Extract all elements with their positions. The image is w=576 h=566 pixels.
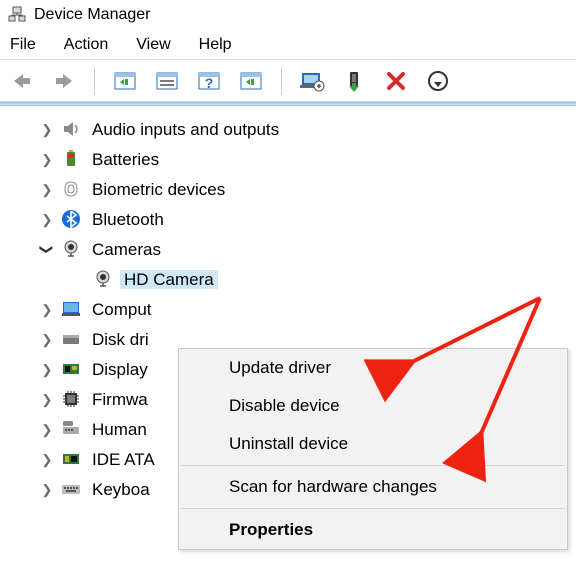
menu-file[interactable]: File (10, 36, 36, 54)
context-separator (181, 465, 565, 466)
context-uninstall-device[interactable]: Uninstall device (179, 425, 567, 463)
display-adapter-icon (60, 358, 82, 380)
tree-node-batteries[interactable]: ❯ Batteries (40, 144, 576, 174)
tree-label: Biometric devices (88, 180, 229, 199)
speaker-icon (60, 118, 82, 140)
toolbar: ? (0, 60, 576, 102)
show-hide-tree-button[interactable] (111, 67, 139, 95)
chevron-right-icon[interactable]: ❯ (40, 183, 54, 196)
chevron-right-icon[interactable]: ❯ (40, 333, 54, 346)
chevron-right-icon[interactable]: ❯ (40, 213, 54, 226)
chevron-right-icon[interactable]: ❯ (40, 303, 54, 316)
chevron-right-icon[interactable]: ❯ (40, 153, 54, 166)
fingerprint-icon (60, 178, 82, 200)
disable-device-button[interactable] (382, 67, 410, 95)
camera-icon (92, 268, 114, 290)
chevron-right-icon[interactable]: ❯ (40, 483, 54, 496)
device-manager-icon (8, 6, 26, 24)
tree-node-biometric[interactable]: ❯ Biometric devices (40, 174, 576, 204)
back-button[interactable] (8, 67, 36, 95)
tree-label: Display (88, 360, 152, 379)
tree-node-computers[interactable]: ❯ Comput (40, 294, 576, 324)
tree-label: HD Camera (120, 270, 218, 289)
context-properties[interactable]: Properties (179, 511, 567, 549)
tree-node-hd-camera[interactable]: HD Camera (72, 264, 576, 294)
tree-node-bluetooth[interactable]: ❯ Bluetooth (40, 204, 576, 234)
tree-label: Firmwa (88, 390, 152, 409)
chevron-right-icon[interactable]: ❯ (40, 363, 54, 376)
disk-icon (60, 328, 82, 350)
svg-text:?: ? (205, 75, 214, 91)
tree-label: Bluetooth (88, 210, 168, 229)
forward-button[interactable] (50, 67, 78, 95)
chevron-down-icon[interactable]: ❯ (41, 242, 54, 256)
properties-button[interactable] (153, 67, 181, 95)
chevron-right-icon[interactable]: ❯ (40, 423, 54, 436)
chip-icon (60, 388, 82, 410)
menu-help[interactable]: Help (199, 36, 232, 54)
keyboard-icon (60, 478, 82, 500)
context-scan-hardware[interactable]: Scan for hardware changes (179, 468, 567, 506)
context-separator (181, 508, 565, 509)
hid-icon (60, 418, 82, 440)
tree-node-audio[interactable]: ❯ Audio inputs and outputs (40, 114, 576, 144)
uninstall-device-button[interactable] (424, 67, 452, 95)
context-disable-device[interactable]: Disable device (179, 387, 567, 425)
tree-label: Disk dri (88, 330, 153, 349)
menubar: File Action View Help (0, 30, 576, 60)
update-driver-button[interactable] (298, 67, 326, 95)
monitor-icon (60, 298, 82, 320)
window-title: Device Manager (34, 6, 151, 24)
titlebar: Device Manager (0, 0, 576, 30)
camera-icon (60, 238, 82, 260)
context-update-driver[interactable]: Update driver (179, 349, 567, 387)
chevron-right-icon[interactable]: ❯ (40, 123, 54, 136)
chevron-right-icon[interactable]: ❯ (40, 453, 54, 466)
scan-hardware-button[interactable] (237, 67, 265, 95)
tree-label: Human (88, 420, 151, 439)
toolbar-separator (281, 67, 282, 95)
help-button[interactable]: ? (195, 67, 223, 95)
tree-label: IDE ATA (88, 450, 159, 469)
chevron-right-icon[interactable]: ❯ (40, 393, 54, 406)
battery-icon (60, 148, 82, 170)
storage-controller-icon (60, 448, 82, 470)
tree-node-cameras[interactable]: ❯ Cameras (40, 234, 576, 264)
enable-device-button[interactable] (340, 67, 368, 95)
menu-action[interactable]: Action (64, 36, 108, 54)
toolbar-separator (94, 67, 95, 95)
menu-view[interactable]: View (136, 36, 170, 54)
context-menu: Update driver Disable device Uninstall d… (178, 348, 568, 550)
tree-label: Audio inputs and outputs (88, 120, 283, 139)
tree-label: Keyboa (88, 480, 154, 499)
tree-label: Comput (88, 300, 156, 319)
bluetooth-icon (60, 208, 82, 230)
tree-label: Batteries (88, 150, 163, 169)
tree-label: Cameras (88, 240, 165, 259)
